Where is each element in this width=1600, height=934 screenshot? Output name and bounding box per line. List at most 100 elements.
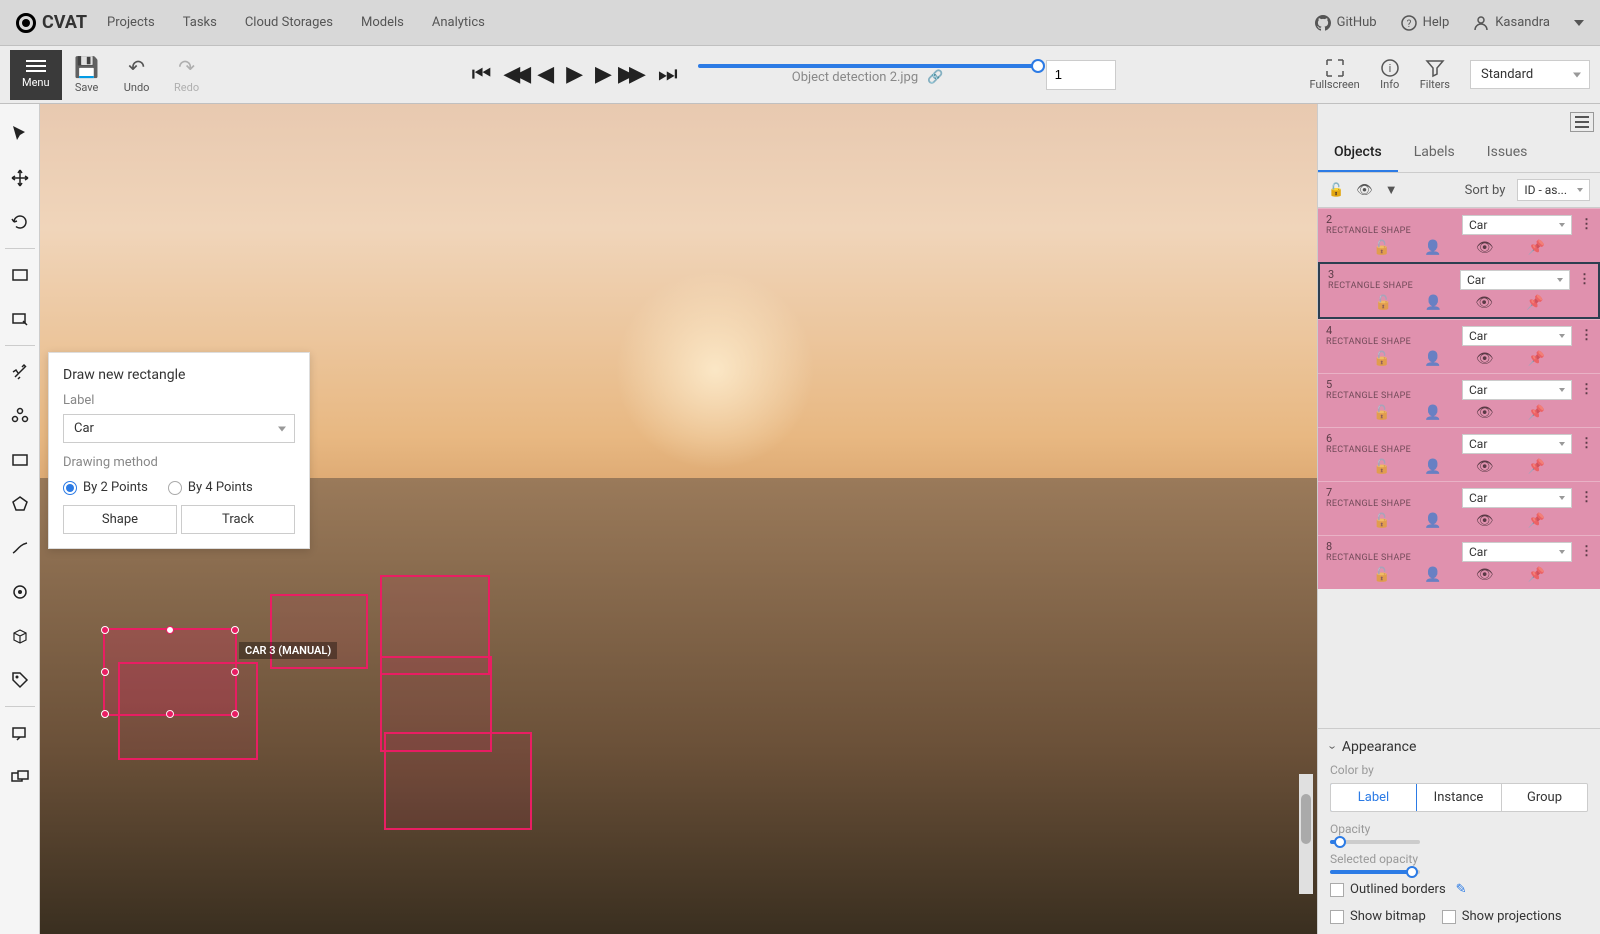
cuboid-tool[interactable] bbox=[0, 614, 40, 658]
object-menu-icon[interactable]: ⋮ bbox=[1580, 490, 1592, 505]
object-label-select[interactable]: Car bbox=[1462, 434, 1572, 454]
pin-icon[interactable]: 📌 bbox=[1528, 240, 1545, 256]
label-select[interactable]: Car bbox=[63, 414, 295, 443]
bbox[interactable] bbox=[384, 732, 532, 830]
rotate-tool[interactable] bbox=[0, 200, 40, 244]
occluded-icon[interactable]: 👤 bbox=[1424, 459, 1441, 475]
menu-button[interactable]: Menu bbox=[10, 50, 62, 100]
visible-icon[interactable]: 👁 bbox=[1476, 567, 1494, 583]
occluded-icon[interactable]: 👤 bbox=[1424, 405, 1441, 421]
redo-button[interactable]: ↷ Redo bbox=[162, 50, 212, 100]
object-item[interactable]: 7 RECTANGLE SHAPE Car ⋮ 🔓 👤 👁 📌 bbox=[1318, 481, 1600, 535]
github-link[interactable]: GitHub bbox=[1315, 15, 1377, 31]
pin-icon[interactable]: 📌 bbox=[1528, 567, 1545, 583]
pin-icon[interactable]: 📌 bbox=[1528, 405, 1545, 421]
points-tool[interactable] bbox=[0, 570, 40, 614]
next-frame-icon[interactable]: ◀ bbox=[595, 62, 612, 87]
nav-analytics[interactable]: Analytics bbox=[432, 15, 485, 30]
object-label-select[interactable]: Car bbox=[1462, 380, 1572, 400]
outlined-check[interactable]: Outlined borders ✎ bbox=[1330, 882, 1588, 897]
rewind-icon[interactable]: ◀◀ bbox=[503, 62, 525, 87]
lock-icon[interactable]: 🔓 bbox=[1373, 459, 1390, 475]
projections-check[interactable]: Show projections bbox=[1442, 909, 1562, 924]
canvas-scrollbar[interactable] bbox=[1299, 774, 1313, 894]
info-button[interactable]: i Info bbox=[1380, 58, 1400, 91]
filters-button[interactable]: Filters bbox=[1420, 58, 1450, 91]
colorby-label[interactable]: Label bbox=[1330, 783, 1417, 812]
move-tool[interactable] bbox=[0, 156, 40, 200]
appearance-toggle[interactable]: › Appearance bbox=[1330, 739, 1588, 755]
logo[interactable]: CVAT bbox=[16, 12, 87, 33]
object-menu-icon[interactable]: ⋮ bbox=[1580, 382, 1592, 397]
pin-icon[interactable]: 📌 bbox=[1526, 295, 1543, 311]
occluded-icon[interactable]: 👤 bbox=[1424, 240, 1441, 256]
nav-projects[interactable]: Projects bbox=[107, 15, 155, 30]
track-button[interactable]: Track bbox=[181, 505, 295, 534]
occluded-icon[interactable]: 👤 bbox=[1424, 513, 1441, 529]
object-label-select[interactable]: Car bbox=[1462, 488, 1572, 508]
user-menu[interactable]: Kasandra bbox=[1473, 15, 1550, 31]
polygon-tool[interactable] bbox=[0, 482, 40, 526]
nav-models[interactable]: Models bbox=[361, 15, 404, 30]
lock-icon[interactable]: 🔓 bbox=[1374, 295, 1391, 311]
collapse-all-icon[interactable]: ▼ bbox=[1385, 182, 1398, 198]
visible-icon[interactable]: 👁 bbox=[1476, 351, 1494, 367]
lock-icon[interactable]: 🔓 bbox=[1373, 513, 1390, 529]
radio-4points[interactable]: By 4 Points bbox=[168, 480, 253, 495]
panel-menu-icon[interactable] bbox=[1570, 112, 1594, 132]
object-menu-icon[interactable]: ⋮ bbox=[1578, 272, 1590, 287]
occluded-icon[interactable]: 👤 bbox=[1425, 295, 1442, 311]
fast-forward-icon[interactable]: ◀◀ bbox=[624, 62, 646, 87]
ai-tool[interactable] bbox=[0, 350, 40, 394]
merge-tool[interactable] bbox=[0, 755, 40, 799]
help-link[interactable]: ? Help bbox=[1401, 15, 1450, 31]
object-item[interactable]: 3 RECTANGLE SHAPE Car ⋮ 🔓 👤 👁 📌 bbox=[1318, 262, 1600, 319]
lock-icon[interactable]: 🔓 bbox=[1373, 351, 1390, 367]
object-item[interactable]: 6 RECTANGLE SHAPE Car ⋮ 🔓 👤 👁 📌 bbox=[1318, 427, 1600, 481]
pin-icon[interactable]: 📌 bbox=[1528, 351, 1545, 367]
lock-icon[interactable]: 🔓 bbox=[1373, 567, 1390, 583]
lock-icon[interactable]: 🔓 bbox=[1373, 405, 1390, 421]
object-label-select[interactable]: Car bbox=[1462, 326, 1572, 346]
pencil-icon[interactable]: ✎ bbox=[1456, 882, 1467, 897]
issue-tool[interactable] bbox=[0, 711, 40, 755]
radio-2points[interactable]: By 2 Points bbox=[63, 480, 148, 495]
occluded-icon[interactable]: 👤 bbox=[1424, 567, 1441, 583]
sort-select[interactable]: ID - as... bbox=[1517, 179, 1590, 201]
lock-all-icon[interactable]: 🔓 bbox=[1328, 183, 1344, 198]
opacity-slider[interactable] bbox=[1330, 840, 1420, 844]
polyline-tool[interactable] bbox=[0, 526, 40, 570]
save-button[interactable]: 💾 Save bbox=[62, 50, 112, 100]
frame-input[interactable] bbox=[1046, 60, 1116, 90]
sel-opacity-slider[interactable] bbox=[1330, 870, 1420, 874]
object-menu-icon[interactable]: ⋮ bbox=[1580, 217, 1592, 232]
visible-all-icon[interactable]: 👁 bbox=[1356, 183, 1373, 198]
visible-icon[interactable]: 👁 bbox=[1476, 240, 1494, 256]
tab-objects[interactable]: Objects bbox=[1318, 134, 1398, 172]
bitmap-check[interactable]: Show bitmap bbox=[1330, 909, 1426, 924]
nav-cloud[interactable]: Cloud Storages bbox=[245, 15, 333, 30]
occluded-icon[interactable]: 👤 bbox=[1424, 351, 1441, 367]
canvas-area[interactable]: CAR 3 (MANUAL) Draw new rectangle Label … bbox=[40, 104, 1318, 934]
visible-icon[interactable]: 👁 bbox=[1476, 459, 1494, 475]
colorby-group[interactable]: Group bbox=[1502, 784, 1587, 811]
fullscreen-button[interactable]: Fullscreen bbox=[1310, 58, 1360, 91]
lock-icon[interactable]: 🔓 bbox=[1373, 240, 1390, 256]
object-label-select[interactable]: Car bbox=[1460, 270, 1570, 290]
object-menu-icon[interactable]: ⋮ bbox=[1580, 328, 1592, 343]
play-icon[interactable]: ▶ bbox=[566, 62, 583, 87]
first-frame-icon[interactable]: ⏮ bbox=[472, 62, 492, 87]
object-item[interactable]: 8 RECTANGLE SHAPE Car ⋮ 🔓 👤 👁 📌 bbox=[1318, 535, 1600, 589]
rectangle-tool[interactable] bbox=[0, 438, 40, 482]
object-item[interactable]: 2 RECTANGLE SHAPE Car ⋮ 🔓 👤 👁 📌 bbox=[1318, 208, 1600, 262]
object-label-select[interactable]: Car bbox=[1462, 542, 1572, 562]
region-tool[interactable] bbox=[0, 297, 40, 341]
object-item[interactable]: 5 RECTANGLE SHAPE Car ⋮ 🔓 👤 👁 📌 bbox=[1318, 373, 1600, 427]
undo-button[interactable]: ↶ Undo bbox=[112, 50, 162, 100]
colorby-instance[interactable]: Instance bbox=[1416, 784, 1502, 811]
object-label-select[interactable]: Car bbox=[1462, 215, 1572, 235]
visible-icon[interactable]: 👁 bbox=[1475, 295, 1493, 311]
object-menu-icon[interactable]: ⋮ bbox=[1580, 544, 1592, 559]
opencv-tool[interactable] bbox=[0, 394, 40, 438]
tab-issues[interactable]: Issues bbox=[1471, 134, 1544, 172]
